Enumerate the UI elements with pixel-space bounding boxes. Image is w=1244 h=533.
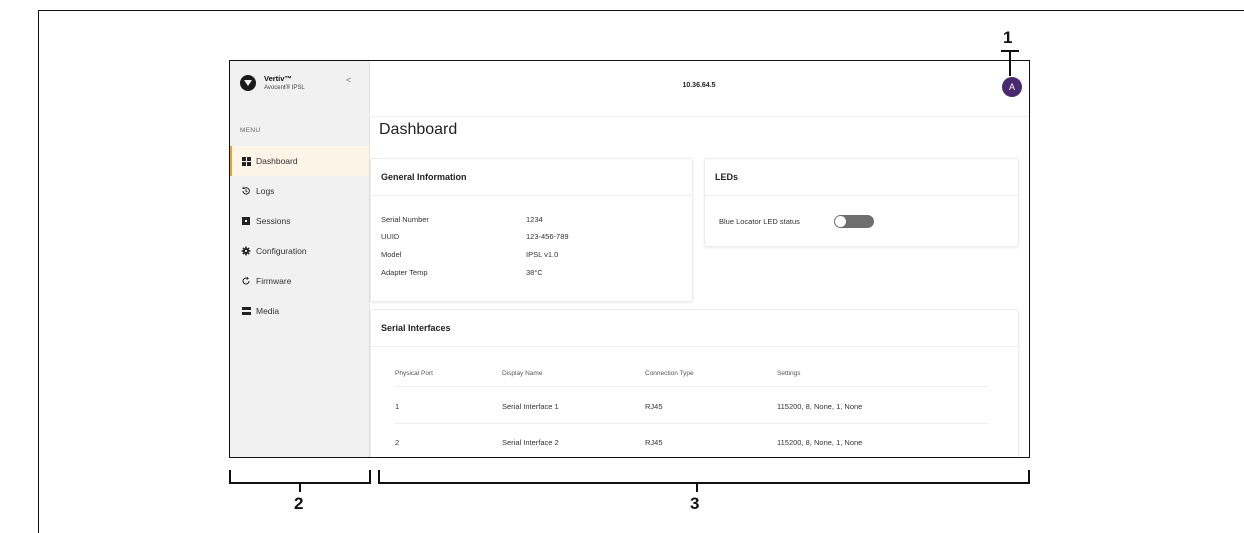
row-divider (395, 386, 988, 387)
sidebar-item-sessions[interactable]: Sessions (230, 206, 369, 236)
blue-locator-label: Blue Locator LED status (719, 217, 800, 226)
adapter-temp-value: 38°C (526, 268, 543, 277)
sidebar-nav: Dashboard Logs Sessions Configuration Fi… (230, 146, 369, 326)
cell-display-name: Serial Interface 1 (502, 402, 559, 411)
blue-locator-toggle[interactable] (834, 215, 874, 228)
cell-display-name: Serial Interface 2 (502, 438, 559, 447)
card-divider (371, 195, 692, 196)
leds-card: LEDs Blue Locator LED status (704, 158, 1019, 247)
adapter-temp-label: Adapter Temp (381, 268, 428, 277)
vertiv-logo-icon (240, 75, 256, 91)
uuid-label: UUID (381, 232, 400, 241)
sidebar-item-configuration[interactable]: Configuration (230, 236, 369, 266)
callout-3-label: 3 (690, 494, 700, 513)
brand-product: Avocent® IPSL (264, 84, 305, 91)
column-header-physical-port: Physical Port (395, 370, 433, 377)
brand-logo: Vertiv™ Avocent® IPSL (240, 75, 305, 91)
user-avatar-button[interactable]: A (1002, 77, 1022, 97)
general-information-card: General Information Serial Number 1234 U… (370, 158, 693, 302)
row-divider (395, 423, 988, 424)
card-title: General Information (381, 172, 467, 182)
page-title: Dashboard (379, 121, 458, 138)
sidebar-item-firmware[interactable]: Firmware (230, 266, 369, 296)
card-divider (705, 195, 1018, 196)
bracket-3-stem (696, 482, 698, 492)
cell-physical-port: 2 (395, 438, 400, 447)
callout-2-label: 2 (294, 494, 304, 513)
sidebar-item-label: Logs (256, 186, 275, 196)
sidebar-item-label: Firmware (256, 276, 292, 286)
top-bar: 10.36.64.5 A (369, 61, 1029, 117)
app-window: Vertiv™ Avocent® IPSL < MENU Dashboard L… (229, 60, 1030, 458)
device-ip: 10.36.64.5 (682, 82, 716, 89)
gear-icon (241, 246, 251, 256)
sidebar: Vertiv™ Avocent® IPSL < MENU Dashboard L… (230, 61, 370, 457)
column-header-display-name: Display Name (502, 370, 543, 377)
uuid-value: 123-456-789 (526, 232, 569, 241)
toggle-knob (835, 216, 846, 227)
card-title: LEDs (715, 172, 739, 182)
bracket-2-right (369, 470, 371, 483)
sidebar-item-logs[interactable]: Logs (230, 176, 369, 206)
model-value: IPSL v1.0 (526, 250, 559, 259)
serial-interfaces-card: Serial Interfaces Physical Port Display … (370, 309, 1019, 457)
cell-connection-type: RJ45 (645, 402, 663, 411)
sidebar-item-dashboard[interactable]: Dashboard (230, 146, 369, 176)
card-title: Serial Interfaces (381, 323, 451, 333)
column-header-connection-type: Connection Type (645, 370, 694, 377)
dashboard-grid-icon (241, 156, 251, 166)
history-icon (241, 186, 251, 196)
column-header-settings: Settings (777, 370, 801, 377)
menu-heading: MENU (240, 127, 261, 134)
media-drive-icon (241, 306, 251, 316)
sidebar-item-label: Configuration (256, 246, 307, 256)
serial-number-label: Serial Number (381, 215, 429, 224)
sessions-square-icon (241, 216, 251, 226)
bracket-2-stem (299, 482, 301, 492)
sidebar-item-label: Dashboard (256, 156, 298, 166)
cell-settings: 115200, 8, None, 1, None (777, 402, 863, 411)
sidebar-item-label: Media (256, 306, 280, 316)
card-divider (371, 346, 1018, 347)
bracket-3-right (1028, 470, 1030, 483)
cell-connection-type: RJ45 (645, 438, 663, 447)
serial-number-value: 1234 (526, 215, 543, 224)
model-label: Model (381, 250, 402, 259)
callout-1-leader (1009, 50, 1011, 76)
callout-1-label: 1 (1003, 28, 1013, 47)
refresh-icon (241, 276, 251, 286)
cell-settings: 115200, 8, None, 1, None (777, 438, 863, 447)
bracket-3-bottom (378, 482, 1030, 484)
sidebar-item-label: Sessions (256, 216, 291, 226)
brand-name: Vertiv™ (264, 74, 292, 84)
collapse-sidebar-button[interactable]: < (346, 75, 351, 85)
cell-physical-port: 1 (395, 402, 400, 411)
sidebar-item-media[interactable]: Media (230, 296, 369, 326)
